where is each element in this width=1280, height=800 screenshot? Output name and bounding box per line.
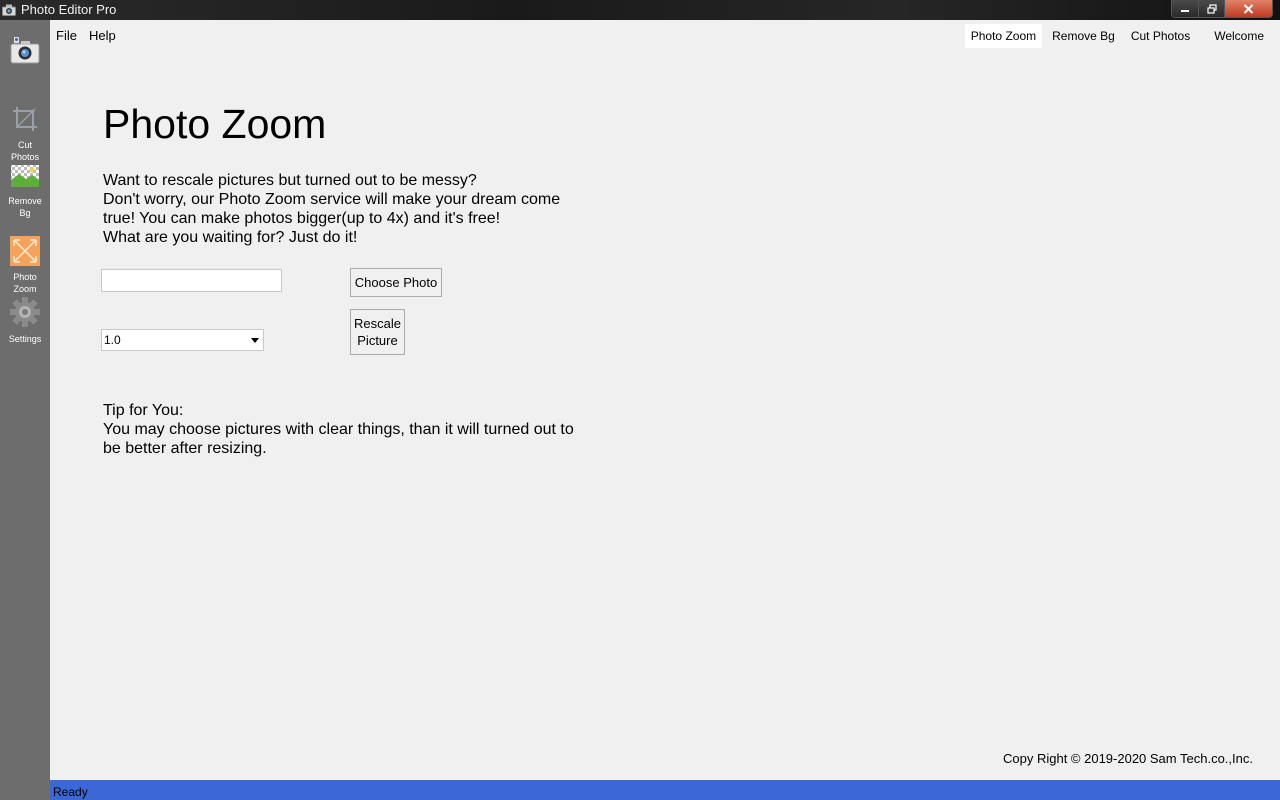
menu-help[interactable]: Help (83, 26, 122, 46)
app-camera-icon (2, 4, 16, 16)
tip-text: Tip for You: You may choose pictures wit… (103, 401, 603, 458)
tab-photo-zoom[interactable]: Photo Zoom (964, 24, 1043, 48)
crop-icon (13, 107, 37, 131)
close-icon (1243, 3, 1254, 14)
sidebar-item-remove-bg[interactable]: Remove Bg (0, 164, 50, 219)
minimize-button[interactable] (1171, 0, 1199, 18)
status-text: Ready (53, 785, 88, 799)
sidebar-item-home[interactable] (0, 34, 50, 71)
maximize-button[interactable] (1199, 0, 1225, 18)
restore-icon (1206, 3, 1217, 14)
tip-line: You may choose pictures with clear thing… (103, 421, 574, 438)
description-line: true! You can make photos bigger(up to 4… (103, 210, 501, 227)
sidebar-item-cut-photos[interactable]: Cut Photos (0, 104, 50, 163)
description-line: What are you waiting for? Just do it! (103, 229, 358, 246)
sidebar-item-settings[interactable]: Settings (0, 296, 50, 345)
choose-photo-button[interactable]: Choose Photo (350, 268, 442, 297)
scale-select-value: 1.0 (104, 333, 121, 347)
scale-select[interactable]: 1.0 (101, 329, 264, 351)
description-line: Don't worry, our Photo Zoom service will… (103, 191, 561, 208)
copyright-text: Copy Right © 2019-2020 Sam Tech.co.,Inc. (1003, 751, 1253, 766)
gear-icon (10, 297, 40, 327)
window-controls (1171, 0, 1273, 18)
close-button[interactable] (1225, 0, 1273, 18)
sidebar-label: Photo Zoom (13, 272, 37, 294)
sidebar: Cut Photos Remove Bg Photo Zoom Settings (0, 20, 50, 800)
sidebar-item-photo-zoom[interactable]: Photo Zoom (0, 236, 50, 295)
sidebar-label: Cut Photos (10, 140, 40, 162)
sidebar-label: Remove Bg (8, 196, 42, 218)
description: Want to rescale pictures but turned out … (103, 171, 603, 247)
tab-welcome[interactable]: Welcome (1208, 24, 1270, 48)
minimize-icon (1181, 9, 1189, 12)
tab-cut-photos[interactable]: Cut Photos (1125, 24, 1196, 48)
status-bar: Ready (50, 780, 1280, 800)
menu-bar: File Help (50, 26, 122, 46)
zoom-arrows-icon (10, 236, 40, 266)
photo-path-input[interactable] (101, 269, 282, 292)
menu-file[interactable]: File (50, 26, 83, 46)
page-title: Photo Zoom (103, 101, 327, 147)
image-transparent-icon (11, 165, 39, 187)
window-title: Photo Editor Pro (21, 2, 117, 17)
dropdown-arrow-icon (251, 338, 259, 343)
tab-remove-bg[interactable]: Remove Bg (1046, 24, 1121, 48)
camera-icon (10, 37, 40, 64)
rescale-picture-button[interactable]: Rescale Picture (350, 309, 405, 355)
sidebar-label: Settings (8, 334, 42, 344)
tip-line: Tip for You: (103, 402, 184, 419)
tip-line: be better after resizing. (103, 440, 267, 457)
description-line: Want to rescale pictures but turned out … (103, 172, 477, 189)
nav-tabs: Photo Zoom Remove Bg Cut Photos Welcome (961, 24, 1270, 48)
title-bar: Photo Editor Pro (0, 0, 1280, 20)
